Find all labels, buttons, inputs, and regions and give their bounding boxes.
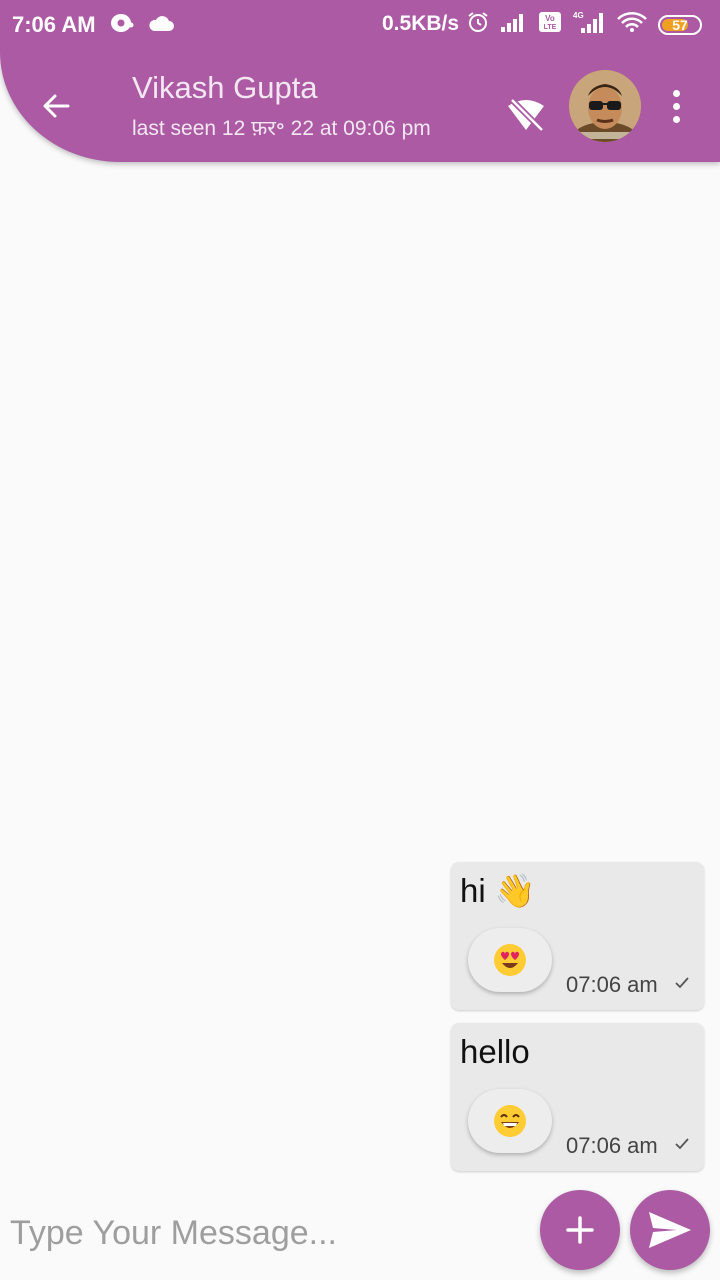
message-time: 07:06 am — [566, 1133, 658, 1158]
sync-icon — [110, 12, 134, 39]
more-options-button[interactable] — [664, 86, 688, 126]
grinning-emoji-icon — [494, 1105, 526, 1137]
contact-name[interactable]: Vikash Gupta — [132, 70, 318, 106]
chat-screen: 7:06 AM 0.5KB/s Vo LTE 4G 57 Vikash Gupt… — [0, 0, 720, 1280]
add-icon — [566, 1216, 594, 1244]
signal-4g-icon: 4G — [572, 10, 606, 39]
back-arrow-icon — [43, 94, 70, 118]
svg-text:4G: 4G — [573, 11, 584, 20]
status-bar: 7:06 AM 0.5KB/s Vo LTE 4G 57 — [0, 0, 720, 50]
message-input[interactable] — [0, 1200, 532, 1266]
message-bubble[interactable]: hi 👋 07:06 am — [451, 862, 704, 1010]
send-button[interactable] — [630, 1190, 710, 1270]
cloud-icon — [148, 14, 174, 37]
last-seen-status: last seen 12 फ़र॰ 22 at 09:06 pm — [132, 117, 431, 140]
reaction-chip[interactable] — [468, 1089, 552, 1153]
svg-text:Vo: Vo — [545, 14, 555, 23]
battery-level: 57 — [672, 16, 688, 33]
wifi-off-icon — [508, 97, 545, 133]
attach-button[interactable] — [540, 1190, 620, 1270]
wifi-icon — [616, 11, 648, 38]
message-time: 07:06 am — [566, 972, 658, 997]
alarm-icon — [466, 10, 490, 39]
sent-check-icon — [675, 1138, 689, 1150]
more-vert-icon — [672, 89, 680, 123]
network-speed: 0.5KB/s — [382, 12, 460, 35]
message-text: hello — [460, 1033, 530, 1070]
battery-icon: 57 — [658, 14, 702, 35]
avatar[interactable] — [569, 70, 641, 142]
heart-eyes-emoji-icon — [494, 944, 526, 976]
connection-status-button[interactable] — [504, 96, 548, 136]
svg-text:LTE: LTE — [544, 24, 557, 31]
reaction-chip[interactable] — [468, 928, 552, 992]
message-bubble[interactable]: hello 07:06 am — [451, 1023, 704, 1171]
app-header: 7:06 AM 0.5KB/s Vo LTE 4G 57 Vikash Gupt… — [0, 0, 720, 162]
back-button[interactable] — [36, 86, 76, 126]
send-icon — [649, 1212, 691, 1248]
status-time: 7:06 AM — [12, 12, 96, 37]
sent-check-icon — [675, 977, 689, 989]
signal-icon — [500, 11, 528, 38]
volte-icon: Vo LTE — [538, 11, 562, 38]
message-text: hi 👋 — [460, 872, 536, 909]
